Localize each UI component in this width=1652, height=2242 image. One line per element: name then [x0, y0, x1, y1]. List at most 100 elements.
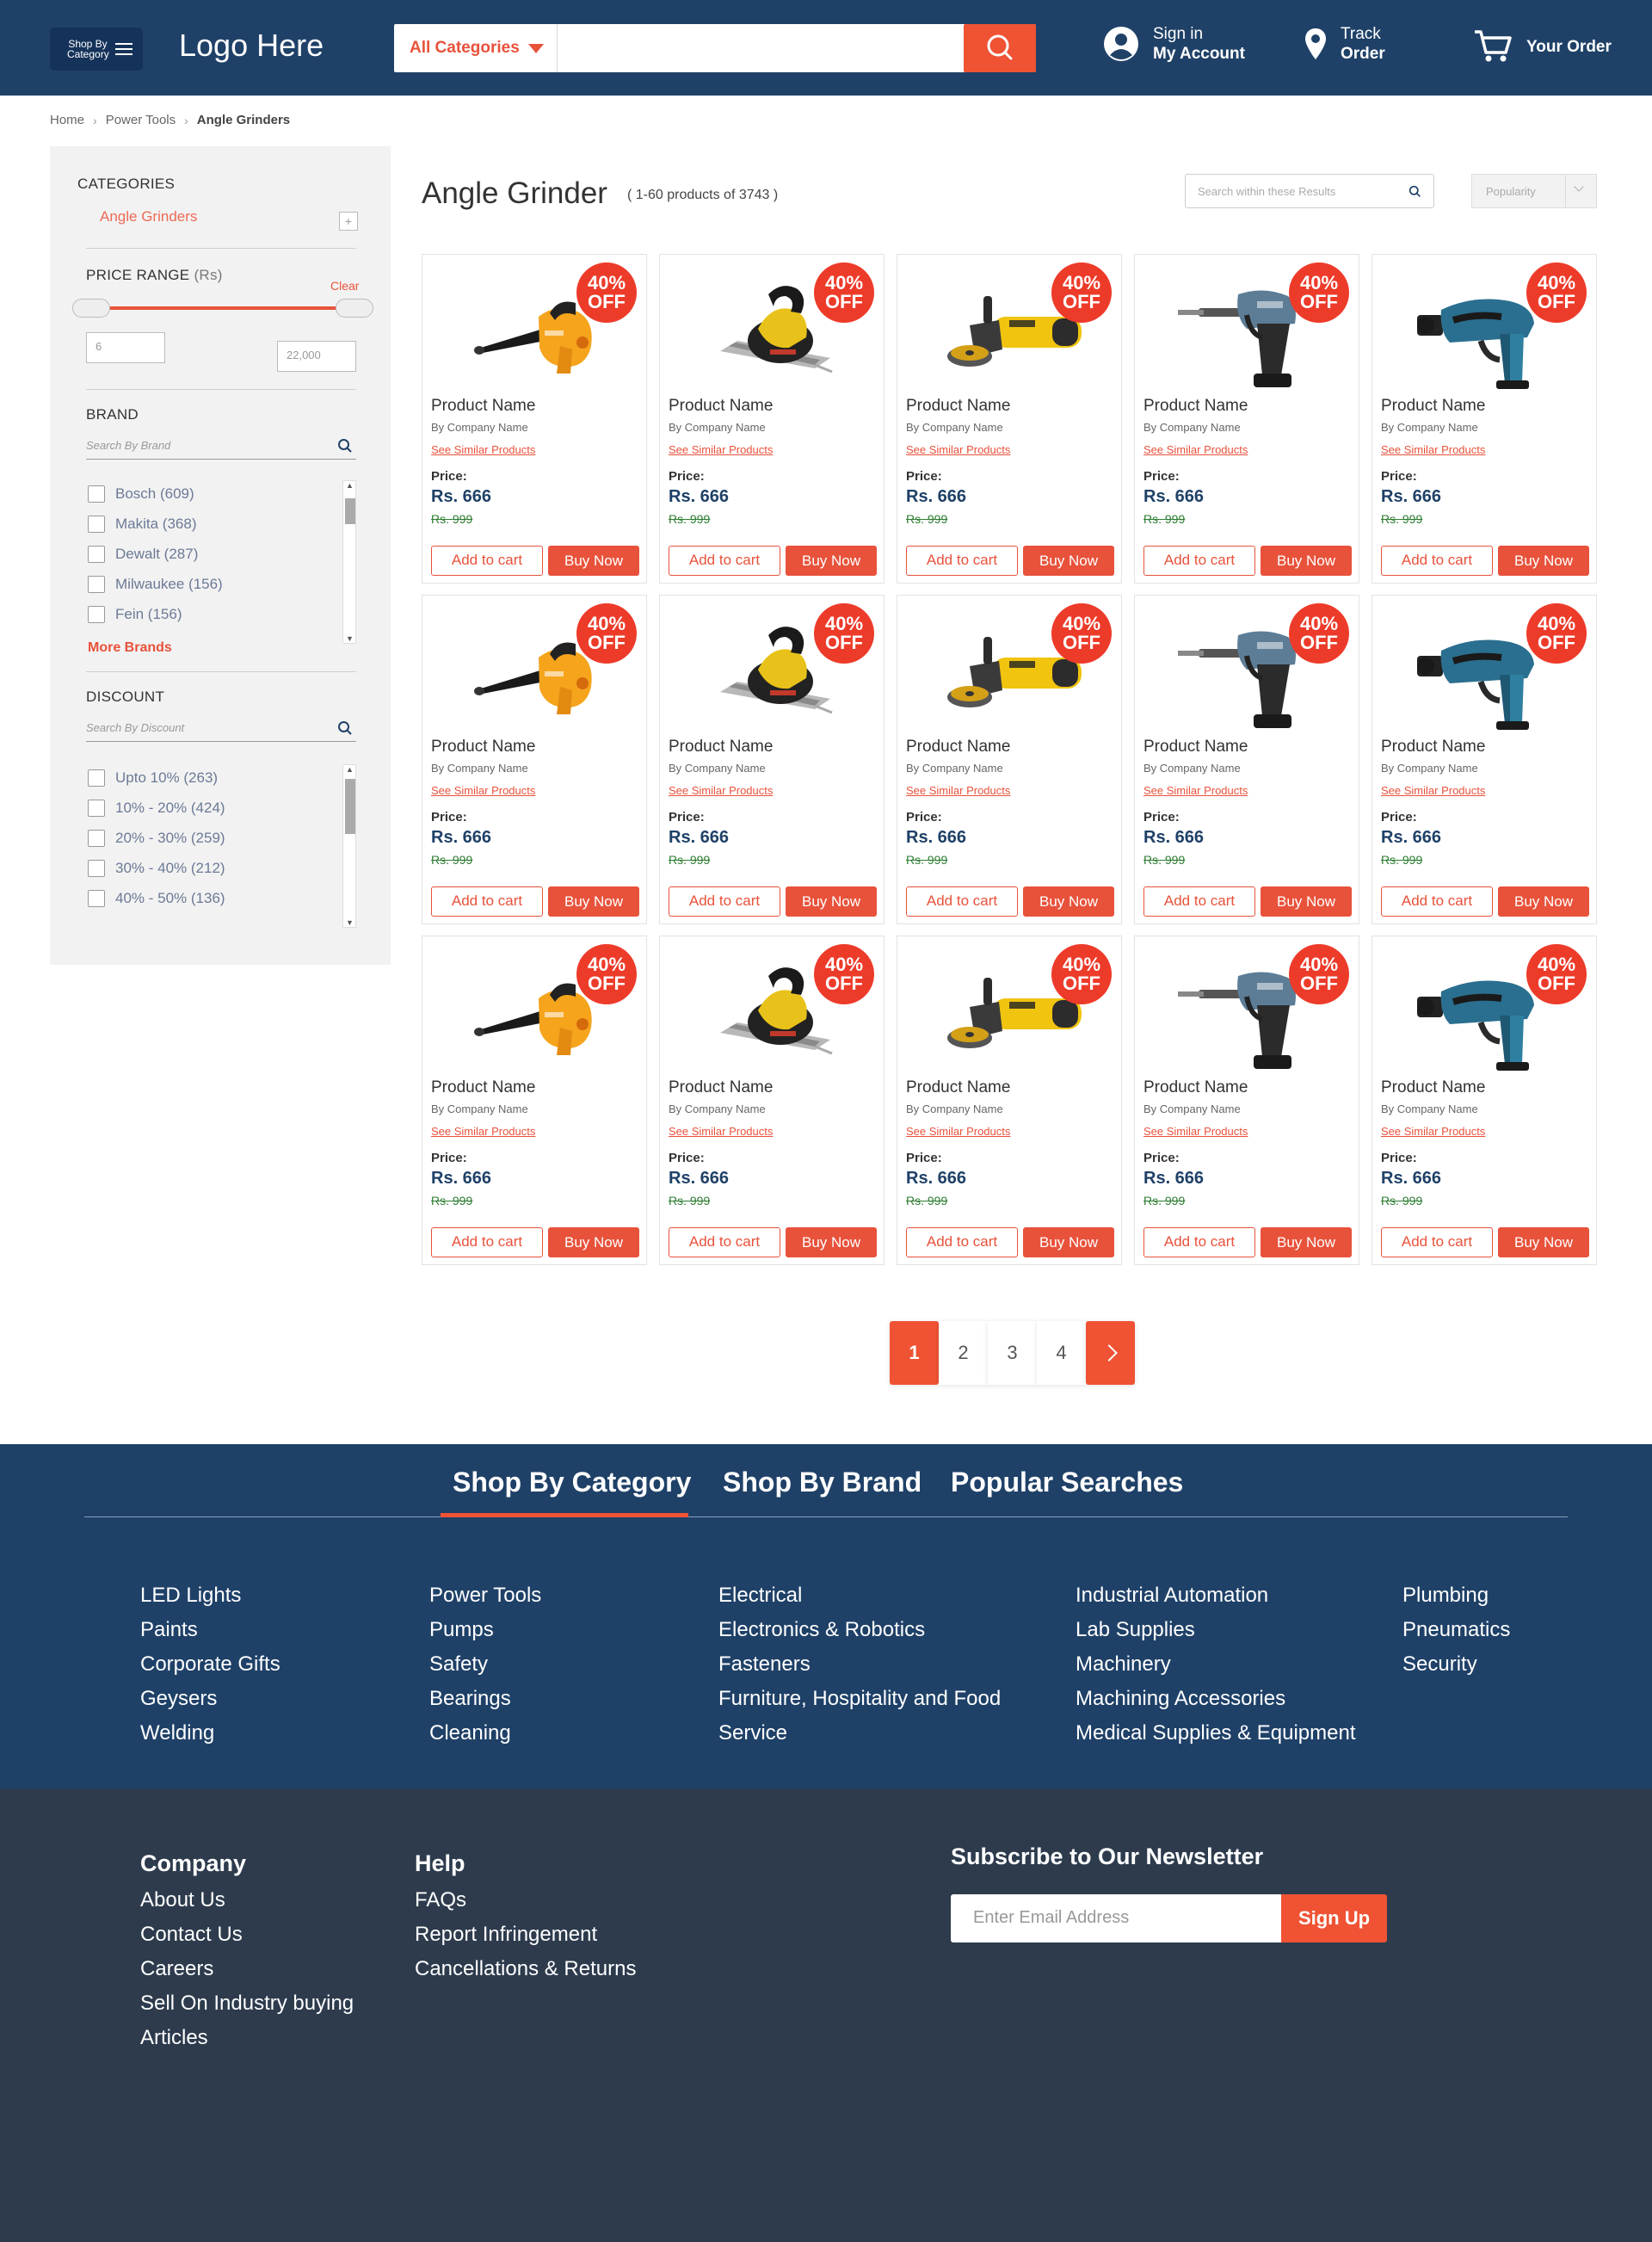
buy-now-button[interactable]: Buy Now	[548, 546, 639, 576]
breadcrumb-power-tools[interactable]: Power Tools	[106, 113, 176, 127]
footer-link[interactable]: Cancellations & Returns	[415, 1952, 636, 1986]
product-card[interactable]: 40% OFF Product Name By Company Name See Sim…	[1372, 936, 1597, 1265]
add-to-cart-button[interactable]: Add to cart	[1143, 1227, 1255, 1257]
discount-option[interactable]: 20% - 30% (259)	[86, 823, 356, 853]
buy-now-button[interactable]: Buy Now	[1023, 886, 1114, 917]
add-to-cart-button[interactable]: Add to cart	[669, 886, 780, 917]
scroll-down-arrow-icon[interactable]: ▼	[346, 634, 354, 643]
footer-link[interactable]: Electrical	[718, 1578, 1001, 1613]
product-card[interactable]: 40% OFF Product Name By Company Name See Sim…	[1134, 254, 1359, 584]
product-card[interactable]: 40% OFF Product Name By Company Name See Sim…	[1372, 595, 1597, 924]
footer-link[interactable]: Security	[1402, 1647, 1510, 1682]
footer-link[interactable]: Power Tools	[429, 1578, 541, 1613]
search-input[interactable]	[559, 24, 964, 72]
footer-link[interactable]: LED Lights	[140, 1578, 280, 1613]
see-similar-link[interactable]: See Similar Products	[1381, 443, 1485, 456]
checkbox[interactable]	[88, 889, 105, 907]
discount-search-input[interactable]: Search By Discount	[86, 716, 356, 742]
see-similar-link[interactable]: See Similar Products	[431, 443, 535, 456]
footer-link[interactable]: Machining Accessories	[1076, 1682, 1356, 1716]
product-name[interactable]: Product Name	[1381, 1078, 1485, 1097]
footer-link[interactable]: Machinery	[1076, 1647, 1356, 1682]
see-similar-link[interactable]: See Similar Products	[669, 784, 773, 797]
page-2-button[interactable]: 2	[939, 1321, 988, 1385]
brand-option[interactable]: Bosch (609)	[86, 479, 356, 509]
discount-option[interactable]: 40% - 50% (136)	[86, 883, 356, 913]
footer-link[interactable]: Careers	[140, 1952, 354, 1986]
product-name[interactable]: Product Name	[906, 1078, 1010, 1097]
discount-option[interactable]: 10% - 20% (424)	[86, 793, 356, 823]
sort-dropdown[interactable]: Popularity	[1471, 174, 1597, 208]
checkbox[interactable]	[88, 575, 105, 593]
expand-plus-icon[interactable]: +	[339, 212, 358, 231]
page-4-button[interactable]: 4	[1037, 1321, 1086, 1385]
scrollbar-thumb[interactable]	[345, 779, 355, 834]
see-similar-link[interactable]: See Similar Products	[431, 784, 535, 797]
buy-now-button[interactable]: Buy Now	[1023, 546, 1114, 576]
add-to-cart-button[interactable]: Add to cart	[906, 886, 1018, 917]
add-to-cart-button[interactable]: Add to cart	[1381, 1227, 1493, 1257]
see-similar-link[interactable]: See Similar Products	[906, 1125, 1010, 1138]
price-max-input[interactable]: 22,000	[277, 341, 356, 372]
clear-price-link[interactable]: Clear	[330, 279, 359, 293]
search-within-input[interactable]: Search within these Results	[1185, 174, 1434, 208]
signup-button[interactable]: Sign Up	[1281, 1894, 1387, 1942]
footer-link[interactable]: Corporate Gifts	[140, 1647, 280, 1682]
footer-link[interactable]: Contact Us	[140, 1918, 354, 1952]
product-name[interactable]: Product Name	[906, 397, 1010, 416]
checkbox[interactable]	[88, 829, 105, 847]
product-card[interactable]: 40% OFF Product Name By Company Name See Sim…	[659, 254, 885, 584]
footer-link[interactable]: Industrial Automation	[1076, 1578, 1356, 1613]
product-card[interactable]: 40% OFF Product Name By Company Name See Sim…	[1134, 595, 1359, 924]
account-link[interactable]: Sign in My Account	[1103, 24, 1245, 64]
brand-option[interactable]: Fein (156)	[86, 599, 356, 629]
checkbox[interactable]	[88, 485, 105, 503]
newsletter-email-input[interactable]: Enter Email Address	[951, 1894, 1281, 1942]
search-icon[interactable]	[337, 438, 353, 454]
buy-now-button[interactable]: Buy Now	[1498, 1227, 1589, 1257]
buy-now-button[interactable]: Buy Now	[548, 886, 639, 917]
checkbox[interactable]	[88, 769, 105, 787]
product-name[interactable]: Product Name	[669, 738, 773, 757]
product-name[interactable]: Product Name	[1381, 738, 1485, 757]
tab-shop-by-category[interactable]: Shop By Category	[453, 1467, 691, 1498]
buy-now-button[interactable]: Buy Now	[786, 1227, 877, 1257]
see-similar-link[interactable]: See Similar Products	[1381, 784, 1485, 797]
checkbox[interactable]	[88, 545, 105, 563]
see-similar-link[interactable]: See Similar Products	[1143, 784, 1248, 797]
buy-now-button[interactable]: Buy Now	[786, 886, 877, 917]
see-similar-link[interactable]: See Similar Products	[669, 443, 773, 456]
footer-link[interactable]: Bearings	[429, 1682, 541, 1716]
product-card[interactable]: 40% OFF Product Name By Company Name See Sim…	[422, 595, 647, 924]
product-name[interactable]: Product Name	[906, 738, 1010, 757]
brand-option[interactable]: Milwaukee (156)	[86, 569, 356, 599]
see-similar-link[interactable]: See Similar Products	[1381, 1125, 1485, 1138]
add-to-cart-button[interactable]: Add to cart	[1381, 546, 1493, 576]
footer-link[interactable]: Cleaning	[429, 1716, 541, 1751]
product-card[interactable]: 40% OFF Product Name By Company Name See Sim…	[422, 254, 647, 584]
product-name[interactable]: Product Name	[1381, 397, 1485, 416]
product-name[interactable]: Product Name	[431, 738, 535, 757]
search-icon[interactable]	[1409, 185, 1421, 198]
checkbox[interactable]	[88, 515, 105, 533]
checkbox[interactable]	[88, 799, 105, 817]
footer-link[interactable]: Paints	[140, 1613, 280, 1647]
price-slider-max-handle[interactable]	[336, 299, 373, 318]
product-card[interactable]: 40% OFF Product Name By Company Name See Sim…	[659, 936, 885, 1265]
tab-shop-by-brand[interactable]: Shop By Brand	[723, 1467, 922, 1498]
search-icon[interactable]	[337, 720, 353, 736]
price-slider-track[interactable]	[83, 306, 361, 310]
checkbox[interactable]	[88, 605, 105, 623]
footer-link[interactable]: Fasteners	[718, 1647, 1001, 1682]
scroll-down-arrow-icon[interactable]: ▼	[346, 918, 354, 927]
add-to-cart-button[interactable]: Add to cart	[669, 1227, 780, 1257]
see-similar-link[interactable]: See Similar Products	[906, 784, 1010, 797]
discount-option[interactable]: 30% - 40% (212)	[86, 853, 356, 883]
footer-link[interactable]: Sell On Industry buying	[140, 1986, 354, 2021]
add-to-cart-button[interactable]: Add to cart	[431, 1227, 543, 1257]
buy-now-button[interactable]: Buy Now	[548, 1227, 639, 1257]
buy-now-button[interactable]: Buy Now	[1261, 546, 1352, 576]
product-name[interactable]: Product Name	[431, 397, 535, 416]
more-brands-link[interactable]: More Brands	[88, 640, 172, 656]
product-card[interactable]: 40% OFF Product Name By Company Name See Sim…	[897, 254, 1122, 584]
